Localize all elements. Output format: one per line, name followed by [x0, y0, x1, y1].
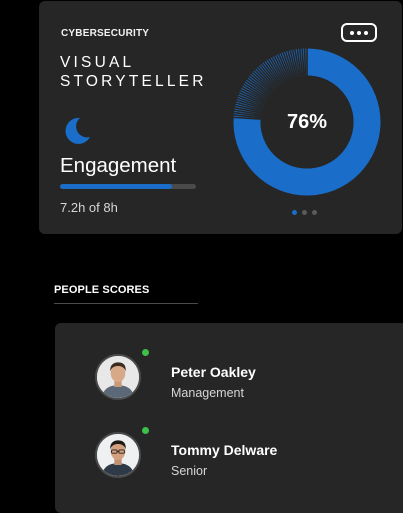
person-name: Peter Oakley [171, 364, 256, 380]
more-dot-icon [364, 30, 368, 35]
avatar [95, 354, 141, 400]
engagement-label: Engagement [60, 154, 177, 177]
person-name: Tommy Delware [171, 442, 278, 458]
card-title: VISUAL STORYTELLER [60, 53, 207, 91]
moon-icon [65, 117, 90, 144]
pager-dot[interactable] [312, 210, 317, 215]
online-status-indicator [142, 427, 149, 434]
engagement-progress-bar [60, 184, 196, 189]
category-label: CYBERSECURITY [61, 28, 150, 39]
section-divider [54, 303, 198, 304]
more-options-button[interactable] [341, 23, 377, 42]
card-title-line-1: VISUAL [60, 54, 135, 71]
person-role: Management [171, 386, 244, 400]
section-title-people-scores: PEOPLE SCORES [54, 284, 150, 296]
list-item-person[interactable]: Tommy Delware Senior [95, 427, 395, 482]
online-status-indicator [142, 349, 149, 356]
summary-card: CYBERSECURITY VISUAL STORYTELLER Engagem… [39, 1, 402, 234]
engagement-progress-text: 7.2h of 8h [60, 200, 118, 215]
people-scores-card: Peter Oakley Management Tommy Delware Se… [55, 323, 403, 513]
more-dot-icon [357, 30, 361, 35]
pager-dot[interactable] [292, 210, 297, 215]
avatar [95, 432, 141, 478]
engagement-progress-fill [60, 184, 172, 189]
list-item-person[interactable]: Peter Oakley Management [95, 349, 395, 404]
card-title-line-2: STORYTELLER [60, 73, 207, 90]
donut-percent-label: 76% [286, 110, 328, 133]
card-pager [292, 210, 317, 215]
person-role: Senior [171, 464, 208, 478]
more-dot-icon [350, 30, 354, 35]
pager-dot[interactable] [302, 210, 307, 215]
